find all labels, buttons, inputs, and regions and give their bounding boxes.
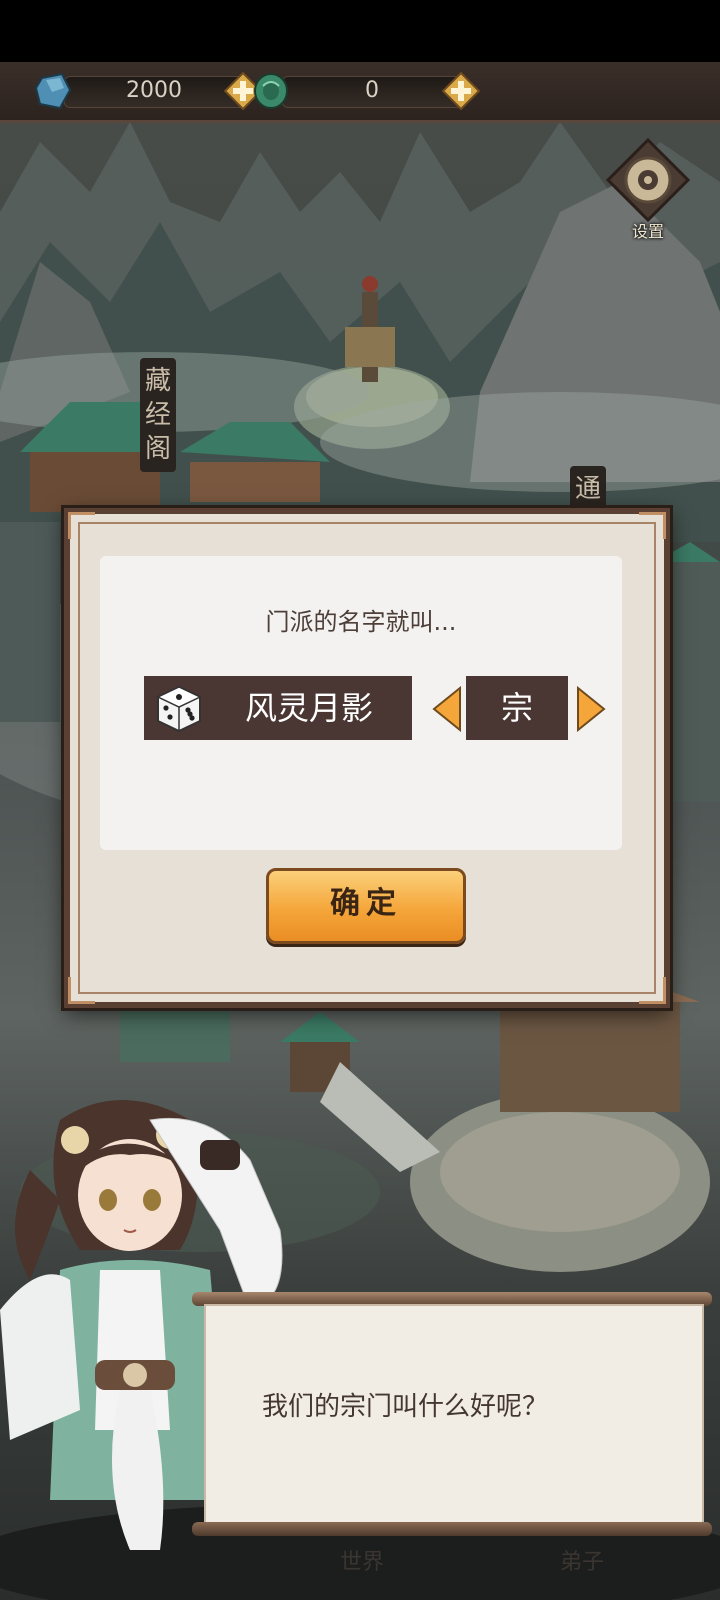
corner-ornament xyxy=(639,977,666,1004)
add-jade-button[interactable] xyxy=(442,72,480,110)
currency-bar: 2000 0 xyxy=(0,62,720,123)
world-tab-label[interactable]: 世界 xyxy=(340,1544,384,1576)
jade-amount: 0 xyxy=(365,78,379,103)
passage-sign[interactable]: 通 xyxy=(570,466,606,512)
yin-yang-gear-icon xyxy=(605,137,691,223)
confirm-button[interactable]: 确定 xyxy=(266,868,466,944)
corner-ornament xyxy=(639,512,666,539)
blue-gem-icon xyxy=(34,72,72,110)
sect-suffix: 宗 xyxy=(466,676,568,740)
scroll-bottom-rod xyxy=(192,1522,712,1536)
dialogue-text: 我们的宗门叫什么好呢？ xyxy=(262,1392,549,1422)
dice-icon[interactable] xyxy=(154,684,204,734)
dialogue-paper: 我们的宗门叫什么好呢？ xyxy=(204,1304,704,1528)
prev-suffix-button[interactable] xyxy=(432,686,462,732)
gem-amount: 2000 xyxy=(126,78,182,103)
dialog-content-panel: 门派的名字就叫... 风灵月影 宗 xyxy=(100,556,622,850)
corner-ornament xyxy=(68,977,95,1004)
sect-name-dialog: 门派的名字就叫... 风灵月影 宗 确定 xyxy=(64,508,670,1008)
dialogue-scroll[interactable]: 我们的宗门叫什么好呢？ xyxy=(192,1292,712,1536)
sect-name-field: 风灵月影 xyxy=(144,676,412,740)
dialog-prompt: 门派的名字就叫... xyxy=(265,608,457,636)
sect-name-text: 风灵月影 xyxy=(244,689,373,727)
disciple-tab-label[interactable]: 弟子 xyxy=(560,1544,604,1576)
corner-ornament xyxy=(68,512,95,539)
settings-button[interactable]: 设置 xyxy=(605,137,691,241)
next-suffix-button[interactable] xyxy=(576,686,606,732)
settings-label: 设置 xyxy=(631,222,664,241)
jade-coin-icon xyxy=(254,73,288,109)
status-bar xyxy=(0,0,720,62)
library-sign[interactable]: 藏经阁 xyxy=(140,358,176,472)
